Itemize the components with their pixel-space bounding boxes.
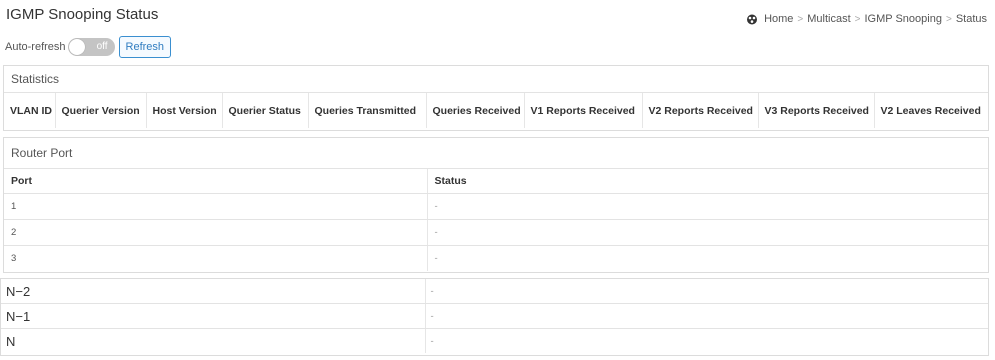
port-cell: 2: [4, 219, 428, 246]
port-cell: N: [1, 328, 426, 353]
statistics-table: VLAN ID Querier Version Host Version Que…: [4, 93, 988, 128]
router-port-table: Port Status 1 - 2 - 3 -: [4, 169, 988, 271]
breadcrumb: Home > Multicast > IGMP Snooping > Statu…: [746, 13, 987, 25]
status-cell: -: [427, 193, 988, 220]
router-port-header-row: Port Status: [4, 169, 988, 194]
breadcrumb-separator: >: [854, 13, 861, 25]
column-header: Host Version: [146, 93, 223, 128]
status-cell: -: [425, 279, 988, 304]
breadcrumb-status: Status: [955, 13, 987, 25]
router-port-panel-title: Router Port: [4, 138, 988, 169]
port-cell: N−1: [1, 303, 426, 329]
column-header: V1 Reports Received: [524, 93, 643, 128]
toggle-state-label: off: [96, 41, 108, 52]
table-row: 3 -: [4, 245, 988, 271]
column-header: VLAN ID: [4, 93, 56, 128]
auto-refresh-toggle[interactable]: off: [67, 38, 115, 56]
auto-refresh-label: Auto-refresh: [5, 41, 66, 53]
column-header-port: Port: [4, 169, 428, 194]
breadcrumb-multicast[interactable]: Multicast: [807, 13, 850, 25]
breadcrumb-home[interactable]: Home: [764, 13, 793, 25]
port-cell: 1: [4, 193, 428, 220]
status-cell: -: [430, 335, 434, 347]
breadcrumb-separator: >: [945, 13, 952, 25]
router-port-panel: Router Port Port Status 1 - 2 - 3 -: [3, 137, 989, 273]
toggle-knob: [68, 39, 85, 55]
column-header-status: Status: [427, 169, 988, 194]
column-header: Queries Received: [426, 93, 525, 128]
statistics-panel-title: Statistics: [4, 66, 988, 93]
statistics-header-row: VLAN ID Querier Version Host Version Que…: [4, 93, 988, 128]
refresh-controls: Auto-refresh off Refresh: [5, 36, 172, 58]
page-title: IGMP Snooping Status: [6, 6, 159, 23]
breadcrumb-igmp-snooping[interactable]: IGMP Snooping: [865, 13, 942, 25]
port-cell: N−2: [1, 279, 426, 304]
table-row: 1 -: [4, 193, 988, 220]
column-header: Querier Version: [55, 93, 147, 128]
table-row: N -: [1, 328, 988, 353]
home-icon: [747, 14, 758, 24]
breadcrumb-separator: >: [797, 13, 804, 25]
table-row: N−1 -: [1, 303, 988, 329]
status-cell: -: [434, 253, 438, 264]
column-header: Querier Status: [222, 93, 309, 128]
column-header: V2 Leaves Received: [880, 104, 981, 117]
status-cell: -: [425, 303, 988, 329]
status-cell: -: [427, 219, 988, 246]
router-port-lower-rows: N−2 - N−1 - N -: [0, 278, 989, 356]
router-port-lower-table: N−2 - N−1 - N -: [1, 279, 988, 353]
refresh-button[interactable]: Refresh: [118, 36, 172, 58]
table-row: 2 -: [4, 219, 988, 246]
column-header: V3 Reports Received: [758, 93, 875, 128]
column-header: Queries Transmitted: [308, 93, 427, 128]
column-header: V2 Reports Received: [642, 93, 759, 128]
table-row: N−2 -: [1, 279, 988, 304]
statistics-panel: Statistics VLAN ID Querier Version Host …: [3, 65, 989, 131]
port-cell: 3: [4, 245, 428, 271]
